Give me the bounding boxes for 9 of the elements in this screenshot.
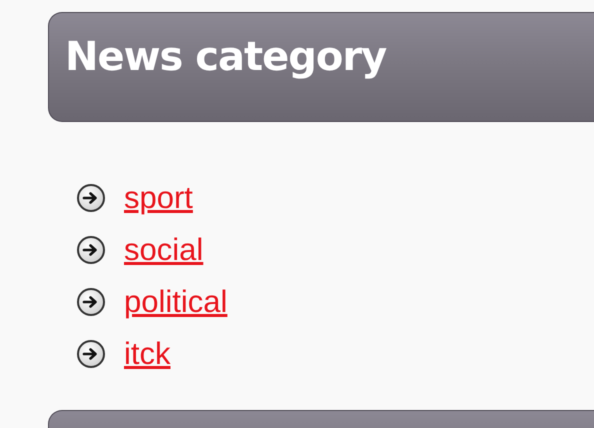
category-link[interactable]: social [124,232,204,268]
arrow-circle-icon [76,287,106,317]
arrow-circle-icon [76,235,106,265]
panel-title: News category [65,35,386,79]
arrow-circle-icon [76,183,106,213]
category-link[interactable]: political [124,284,228,320]
category-link[interactable]: sport [124,180,193,216]
category-link[interactable]: itck [124,336,170,372]
arrow-circle-icon [76,339,106,369]
